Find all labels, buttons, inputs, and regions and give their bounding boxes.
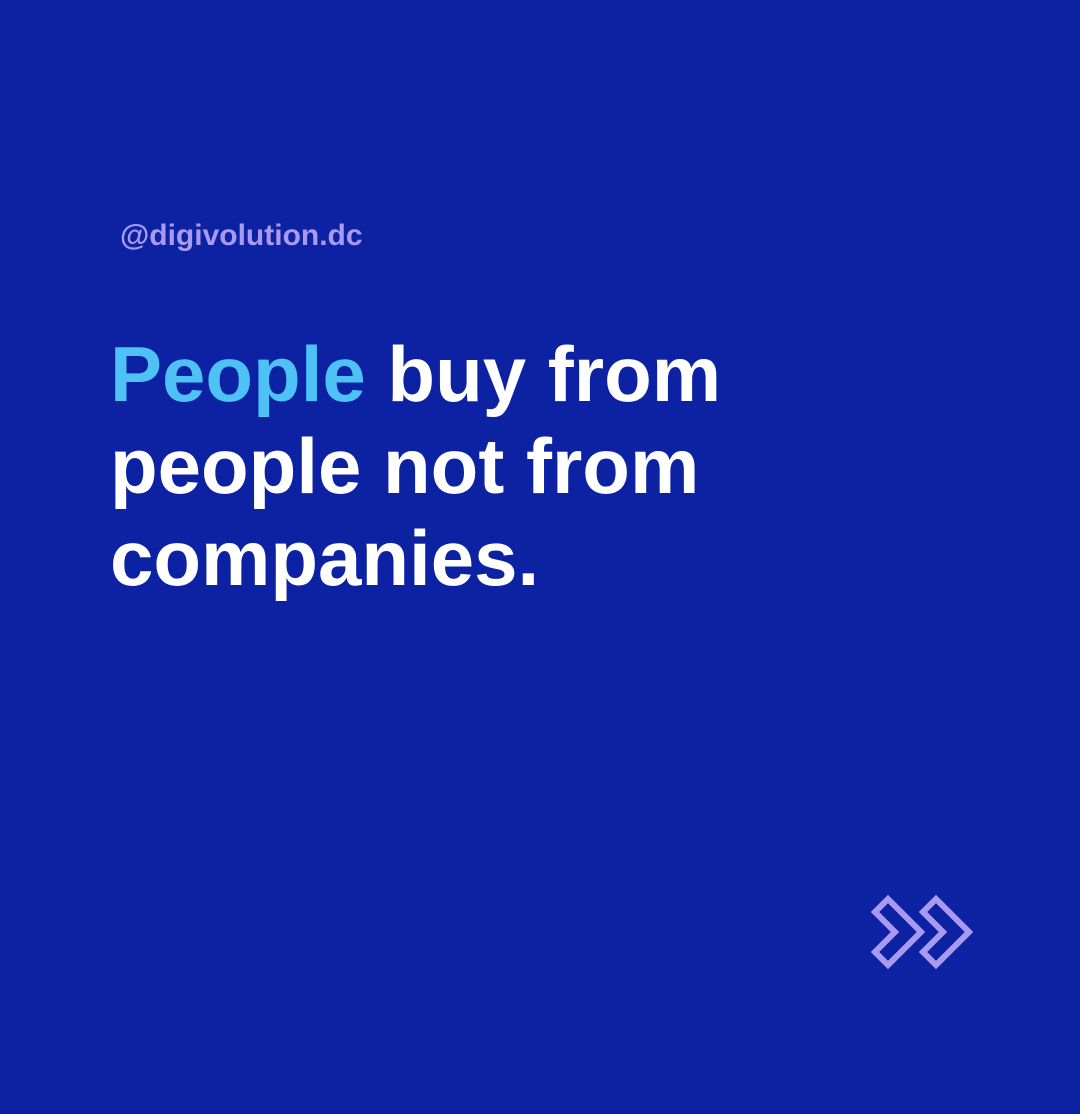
double-chevron-right-icon[interactable] [870,886,984,978]
headline: People buy from people not from companies. [110,328,910,604]
headline-accent-word: People [110,330,366,418]
headline-line3: companies. [110,514,540,602]
account-handle: @digivolution.dc [120,219,363,252]
headline-line1-rest: buy from [365,330,722,418]
headline-line2: people not from [110,422,700,510]
